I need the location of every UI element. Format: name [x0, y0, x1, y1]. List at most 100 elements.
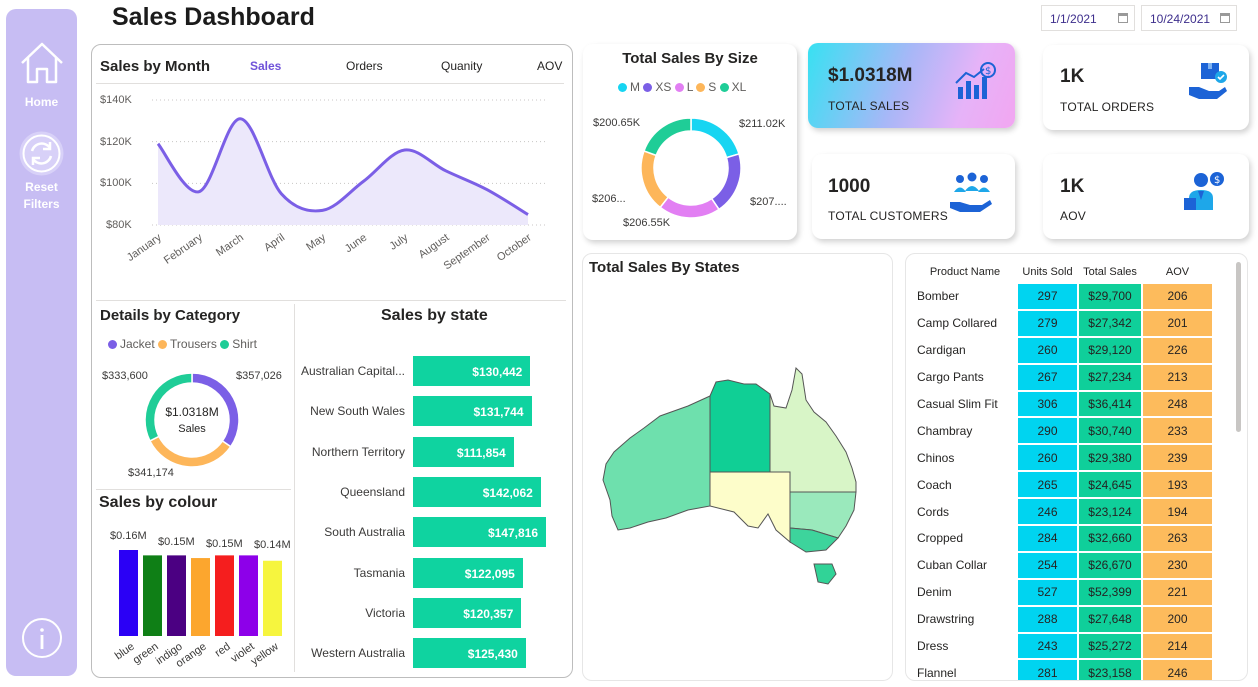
reset-icon[interactable] — [17, 129, 66, 178]
table-row[interactable]: Camp Collared 279 $27,342 201 — [914, 310, 1212, 336]
legend-jacket[interactable]: Jacket — [108, 337, 155, 351]
legend-xs[interactable]: XS — [643, 80, 671, 94]
state-label: Western Australia — [311, 646, 405, 661]
category-data-label: $357,026 — [236, 370, 282, 382]
legend-l[interactable]: L — [674, 80, 693, 94]
state-bar[interactable]: $142,062 — [413, 476, 541, 507]
start-date-input[interactable]: 1/1/2021 — [1041, 5, 1135, 31]
table-scrollbar[interactable] — [1236, 262, 1241, 432]
total-sales-cell: $36,414 — [1079, 391, 1141, 417]
table-row[interactable]: Cargo Pants 267 $27,234 213 — [914, 364, 1212, 390]
home-label[interactable]: Home — [6, 94, 77, 111]
kpi-value: 1000 — [828, 176, 871, 197]
legend-xl[interactable]: XL — [719, 80, 746, 94]
col-header-sales[interactable]: Total Sales — [1079, 262, 1141, 282]
table-row[interactable]: Chinos 260 $29,380 239 — [914, 445, 1212, 471]
legend-s[interactable]: S — [696, 80, 716, 94]
x-tick-label: August — [417, 232, 452, 261]
size-slice — [640, 149, 670, 209]
calendar-icon[interactable] — [1118, 13, 1128, 23]
total-sales-cell: $29,380 — [1079, 445, 1141, 471]
sales-by-colour-title: Sales by colour — [99, 494, 218, 511]
info-icon[interactable] — [20, 616, 64, 660]
colour-bar — [215, 555, 234, 636]
size-title: Total Sales By Size — [622, 50, 758, 67]
table-row[interactable]: Coach 265 $24,645 193 — [914, 472, 1212, 498]
home-icon[interactable] — [18, 39, 66, 87]
state-bar[interactable]: $120,357 — [413, 597, 522, 628]
state-bar[interactable]: $111,854 — [413, 436, 514, 467]
filters-label[interactable]: Filters — [6, 196, 77, 213]
legend-m[interactable]: M — [618, 80, 640, 94]
units-sold-cell: 527 — [1018, 579, 1077, 605]
x-tick-label: June — [343, 232, 369, 256]
x-tick-label: July — [387, 231, 410, 252]
reset-label[interactable]: Reset — [6, 179, 77, 196]
total-sales-cell: $52,399 — [1079, 579, 1141, 605]
category-center-label: Sales — [178, 423, 206, 435]
table-row[interactable]: Cuban Collar 254 $26,670 230 — [914, 552, 1212, 578]
svg-text:$: $ — [985, 66, 991, 77]
table-row[interactable]: Bomber 297 $29,700 206 — [914, 284, 1212, 309]
table-row[interactable]: Drawstring 288 $27,648 200 — [914, 606, 1212, 632]
table-row[interactable]: Chambray 290 $30,740 233 — [914, 418, 1212, 444]
aov-cell: 193 — [1143, 472, 1212, 498]
total-sales-cell: $29,700 — [1079, 284, 1141, 309]
legend-shirt[interactable]: Shirt — [220, 337, 257, 351]
units-sold-cell: 260 — [1018, 445, 1077, 471]
col-header-aov[interactable]: AOV — [1143, 262, 1212, 282]
table-row[interactable]: Dress 243 $25,272 214 — [914, 633, 1212, 659]
units-sold-cell: 306 — [1018, 391, 1077, 417]
product-name-cell: Camp Collared — [914, 310, 1016, 336]
end-date-input[interactable]: 10/24/2021 — [1141, 5, 1237, 31]
tab-aov[interactable]: AOV — [537, 59, 562, 73]
state-bar[interactable]: $130,442 — [413, 356, 531, 386]
col-header-product[interactable]: Product Name — [914, 262, 1016, 282]
x-tick-label: February — [162, 231, 205, 266]
units-sold-cell: 267 — [1018, 364, 1077, 390]
state-label: Australian Capital... — [300, 364, 405, 378]
kpi-card-total-customers: 1000 TOTAL CUSTOMERS — [812, 154, 1015, 239]
table-row[interactable]: Cropped 284 $32,660 263 — [914, 526, 1212, 551]
table-row[interactable]: Denim 527 $52,399 221 — [914, 579, 1212, 605]
calendar-icon[interactable] — [1220, 13, 1230, 23]
aov-cell: 194 — [1143, 499, 1212, 525]
state-label: Queensland — [340, 484, 405, 499]
map-region-south-australia[interactable] — [709, 471, 791, 544]
legend-trousers[interactable]: Trousers — [158, 337, 217, 351]
x-tick-label: September — [442, 231, 493, 272]
category-donut-chart — [144, 372, 240, 468]
map-region-northern-territory[interactable] — [709, 379, 771, 473]
state-bar[interactable]: $125,430 — [413, 638, 526, 669]
table-row[interactable]: Casual Slim Fit 306 $36,414 248 — [914, 391, 1212, 417]
x-tick-label: April — [262, 232, 287, 254]
map-region-western-australia[interactable] — [602, 395, 711, 531]
map-region-tasmania[interactable] — [813, 563, 837, 585]
sales-by-state-title: Sales by state — [381, 307, 488, 324]
sales-by-colour-chart: bluegreenindigoorange redvioletyellow — [113, 550, 282, 670]
sales-by-month-title: Sales by Month — [100, 58, 211, 75]
category-slice — [148, 435, 232, 468]
col-header-units[interactable]: Units Sold — [1018, 262, 1077, 282]
page-title: Sales Dashboard — [112, 3, 315, 31]
divider — [96, 489, 291, 490]
table-row[interactable]: Flannel 281 $23,158 246 — [914, 660, 1212, 680]
tab-quantity[interactable]: Quanity — [441, 59, 482, 73]
category-data-label: $341,174 — [128, 467, 174, 479]
total-sales-cell: $30,740 — [1079, 418, 1141, 444]
table-row[interactable]: Cardigan 260 $29,120 226 — [914, 337, 1212, 363]
kpi-value: 1K — [1060, 176, 1085, 197]
tab-orders[interactable]: Orders — [346, 59, 383, 73]
size-data-label: $207.... — [750, 196, 787, 208]
details-by-category-title: Details by Category — [100, 307, 241, 324]
state-bar[interactable]: $131,744 — [413, 396, 532, 427]
table-row[interactable]: Cords 246 $23,124 194 — [914, 499, 1212, 525]
state-bar[interactable]: $122,095 — [413, 557, 523, 588]
aov-cell: 263 — [1143, 526, 1212, 551]
size-data-label: $211.02K — [739, 118, 786, 130]
start-date-value: 1/1/2021 — [1050, 12, 1097, 26]
tab-sales[interactable]: Sales — [250, 59, 281, 73]
kpi-label: TOTAL ORDERS — [1060, 100, 1155, 114]
state-bar[interactable]: $147,816 — [413, 517, 546, 548]
aov-cell: 206 — [1143, 284, 1212, 309]
